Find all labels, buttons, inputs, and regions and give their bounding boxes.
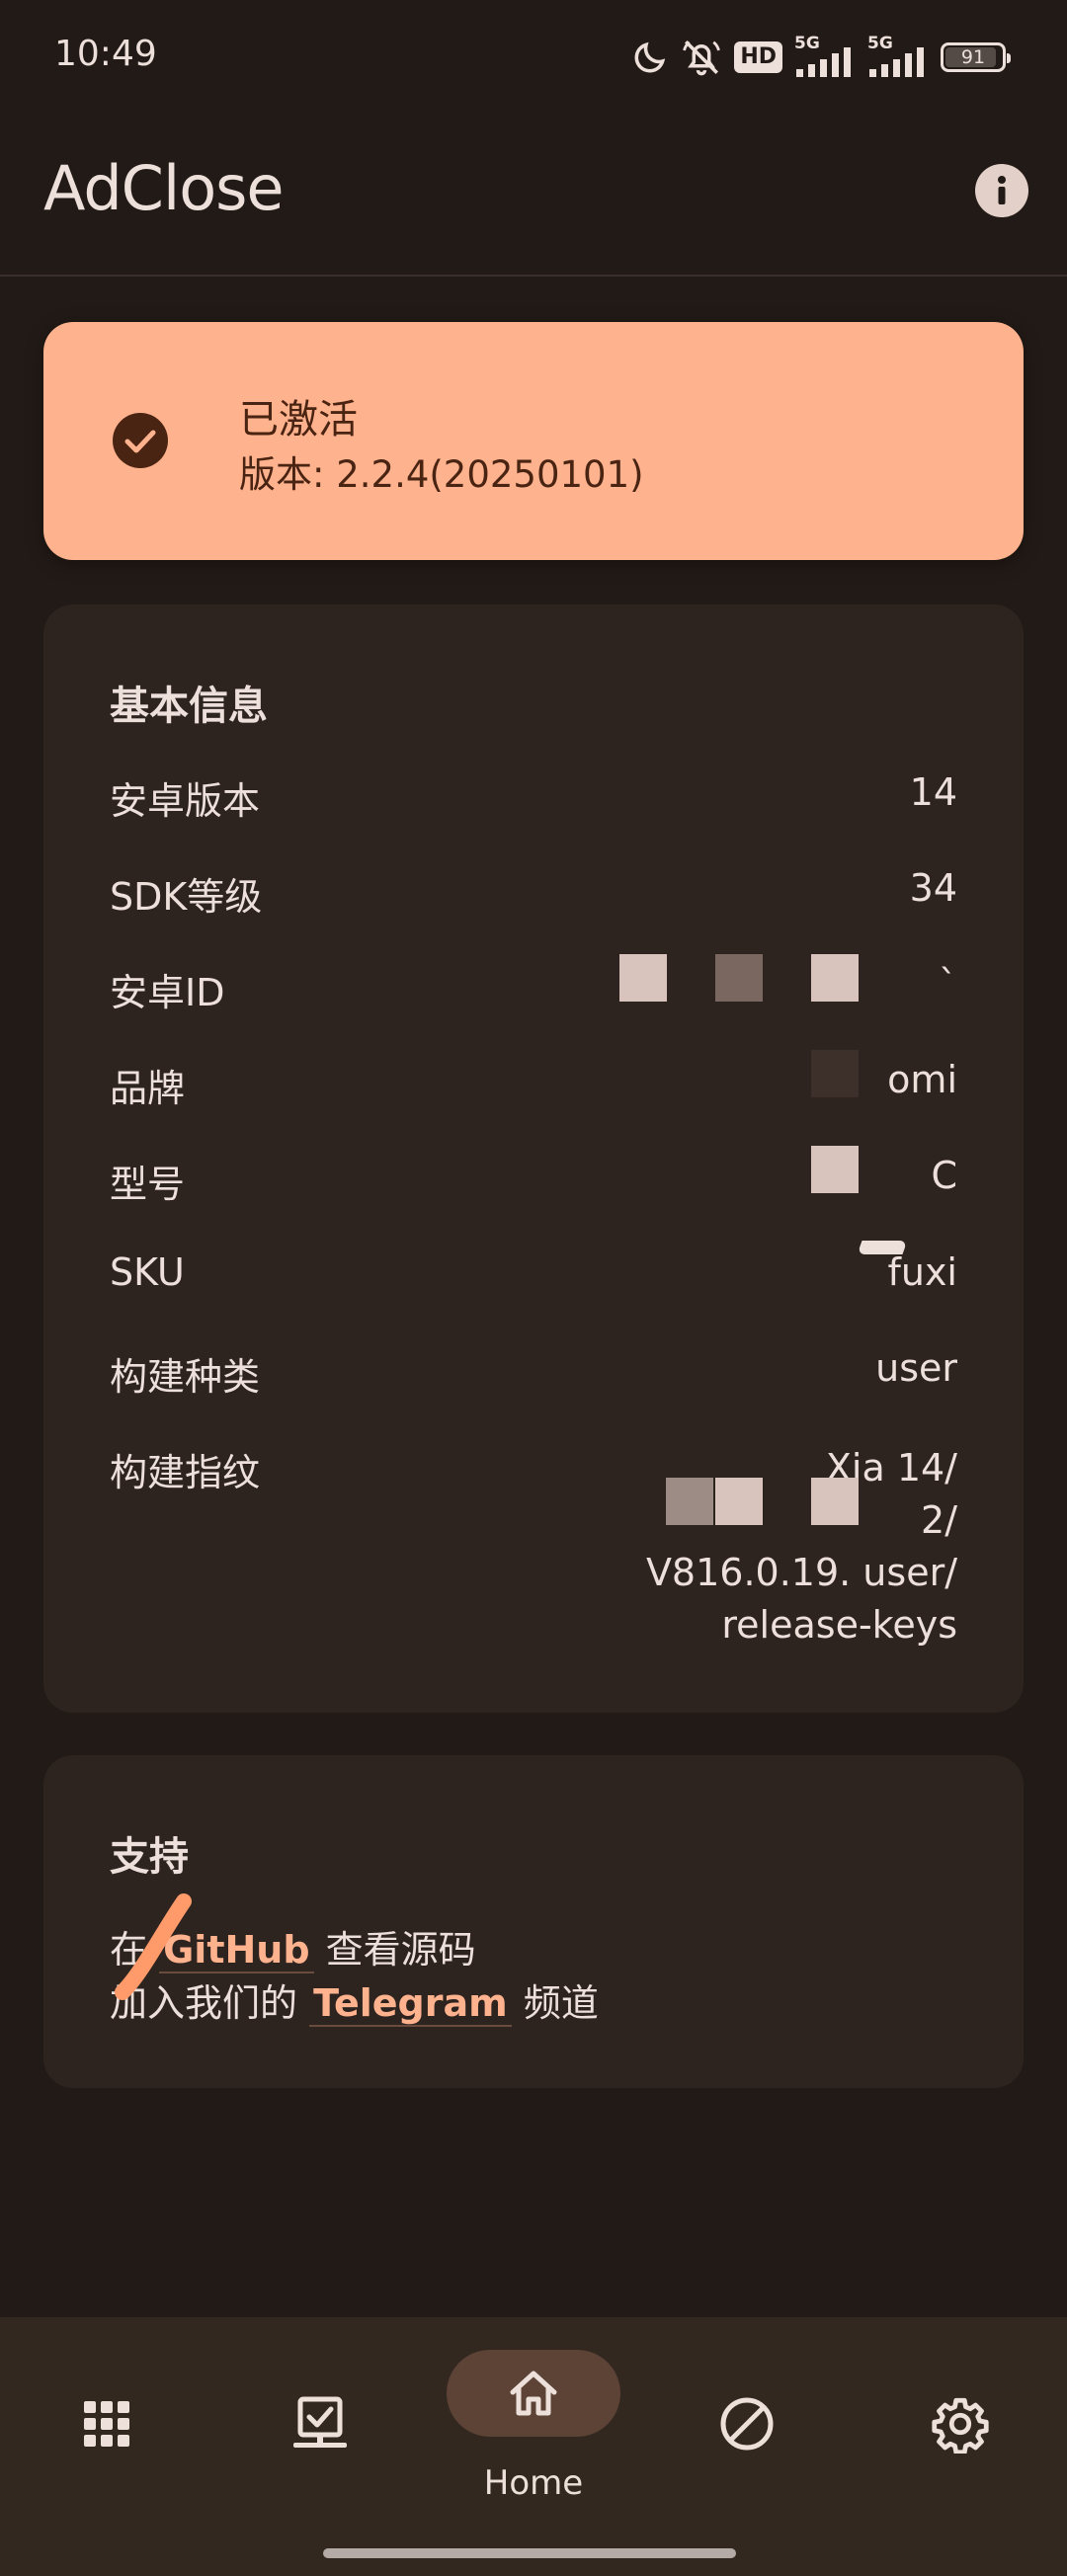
info-row-sku: SKU fuxi — [110, 1250, 957, 1310]
gesture-home-indicator[interactable] — [323, 2548, 736, 2558]
battery-icon: 91 — [941, 42, 1011, 72]
bell-off-icon — [683, 40, 721, 76]
support-text: 查看源码 — [325, 1928, 476, 1972]
nav-home[interactable]: Home — [427, 2317, 640, 2515]
info-value: Xia 14/ 2/ V816.0.19. user/ release-keys — [404, 1442, 957, 1651]
bottom-nav: Home — [0, 2317, 1067, 2576]
check-circle-icon — [113, 413, 168, 468]
info-label: 型号 — [110, 1163, 186, 1206]
support-title: 支持 — [110, 1834, 189, 1880]
info-label: 品牌 — [110, 1067, 186, 1110]
info-button[interactable] — [975, 164, 1028, 217]
info-icon — [998, 176, 1006, 204]
battery-level: 91 — [960, 46, 986, 68]
app-bar: AdClose — [0, 115, 1067, 277]
support-text: 频道 — [523, 1981, 599, 2025]
activation-card: 已激活 版本: 2.2.4(20250101) — [43, 322, 1024, 560]
info-row-build-fingerprint: 构建指纹 Xia 14/ 2/ V816.0.19. user/ release… — [110, 1442, 957, 1669]
info-label: SDK等级 — [110, 875, 263, 919]
info-value: fuxi — [887, 1250, 957, 1294]
info-value: 14 — [909, 770, 957, 814]
nav-block[interactable] — [640, 2317, 854, 2515]
info-value: ` — [939, 962, 957, 1006]
nav-settings[interactable] — [854, 2317, 1067, 2515]
scribble-mark — [115, 1893, 192, 2000]
redaction-block — [811, 1478, 859, 1525]
basic-info-card: 基本信息 安卓版本 14 SDK等级 34 安卓ID ` 品牌 omi 型号 C… — [43, 604, 1024, 1713]
info-row-sdk-level: SDK等级 34 — [110, 866, 957, 926]
gear-icon — [932, 2397, 989, 2454]
redaction-block — [811, 954, 859, 1002]
support-card: 支持 在 GitHub 查看源码 加入我们的 Telegram 频道 — [43, 1755, 1024, 2088]
apps-grid-icon — [84, 2401, 129, 2447]
redaction-block — [811, 1050, 859, 1097]
redaction-block — [715, 954, 763, 1002]
redaction-block — [715, 1478, 763, 1525]
nav-apps[interactable] — [0, 2317, 213, 2515]
info-row-android-version: 安卓版本 14 — [110, 770, 957, 830]
moon-icon — [634, 41, 666, 73]
info-value: omi — [887, 1058, 957, 1101]
nav-home-label: Home — [483, 2463, 584, 2503]
fingerprint-line: release-keys — [721, 1603, 957, 1647]
status-icons: HD 5G 5G 91 — [631, 34, 1011, 81]
fingerprint-line: V816.0.19. user/ — [645, 1551, 957, 1594]
telegram-link[interactable]: Telegram — [309, 1981, 512, 2027]
info-value: 34 — [909, 866, 957, 910]
block-icon — [720, 2397, 774, 2451]
signal-icon: 5G — [794, 34, 856, 77]
status-time: 10:49 — [54, 34, 157, 74]
info-label: 安卓ID — [110, 971, 225, 1014]
info-label: 构建指纹 — [110, 1451, 261, 1494]
info-label: 安卓版本 — [110, 779, 261, 823]
nav-app-check[interactable] — [213, 2317, 427, 2515]
status-bar: 10:49 HD 5G 5G 91 — [0, 0, 1067, 115]
activation-status: 已激活 — [239, 397, 358, 443]
redaction-block — [811, 1146, 859, 1193]
basic-info-title: 基本信息 — [110, 684, 268, 729]
nav-home-indicator — [447, 2350, 620, 2437]
redaction-block — [619, 954, 667, 1002]
info-value: user — [875, 1346, 957, 1390]
redaction-block — [857, 1241, 908, 1254]
redaction-block — [666, 1478, 713, 1525]
info-label: SKU — [110, 1250, 185, 1294]
info-row-build-type: 构建种类 user — [110, 1346, 957, 1406]
info-value: C — [931, 1154, 957, 1197]
app-title: AdClose — [43, 152, 285, 224]
hd-icon: HD — [734, 41, 782, 73]
info-label: 构建种类 — [110, 1355, 261, 1399]
home-icon — [510, 2371, 557, 2416]
app-check-icon — [293, 2396, 347, 2448]
signal-icon: 5G — [867, 34, 929, 77]
activation-version: 版本: 2.2.4(20250101) — [239, 453, 644, 496]
